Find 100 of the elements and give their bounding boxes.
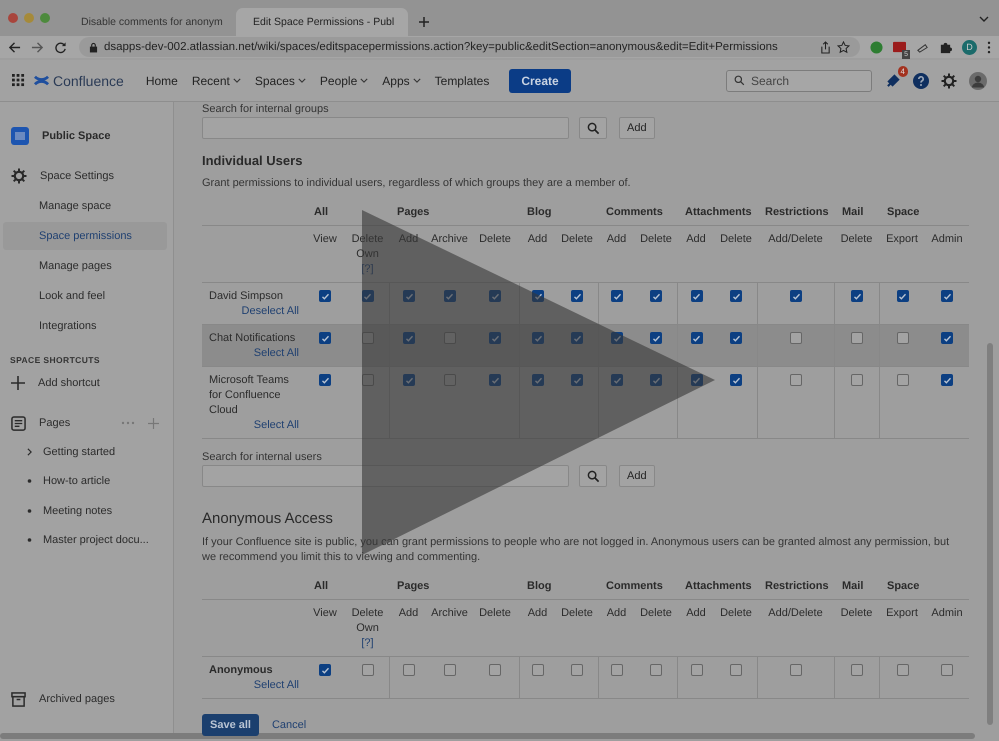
confluence-logo-icon[interactable]: [34, 73, 49, 88]
checkbox[interactable]: [571, 374, 583, 386]
new-tab-icon[interactable]: [418, 16, 430, 28]
nav-menu-item[interactable]: Home: [146, 74, 178, 88]
checkbox[interactable]: [403, 332, 415, 344]
select-all-link[interactable]: Select All: [254, 347, 299, 359]
checkbox[interactable]: [941, 664, 953, 676]
select-all-link[interactable]: Select All: [254, 419, 299, 431]
search-field[interactable]: Search: [726, 70, 872, 92]
input-field[interactable]: [202, 465, 569, 487]
checkbox[interactable]: [489, 332, 501, 344]
checkbox[interactable]: [403, 290, 415, 302]
checkbox[interactable]: [611, 664, 623, 676]
help-icon[interactable]: [913, 72, 929, 88]
select-all-link[interactable]: Select All: [254, 679, 299, 691]
checkbox[interactable]: [896, 374, 908, 386]
checkbox[interactable]: [896, 332, 908, 344]
checkbox[interactable]: [319, 332, 331, 344]
chevron-down-icon[interactable]: [979, 16, 989, 22]
sidebar-item[interactable]: Add shortcut: [38, 377, 100, 389]
checkbox[interactable]: [790, 332, 802, 344]
cancel-link[interactable]: Cancel: [272, 719, 306, 731]
nav-menu-item[interactable]: People: [320, 74, 368, 88]
nav-menu-item[interactable]: Recent: [192, 74, 241, 88]
chevron-right-icon[interactable]: [27, 448, 32, 456]
checkbox[interactable]: [403, 664, 415, 676]
reload-icon[interactable]: [54, 40, 67, 54]
checkbox[interactable]: [319, 374, 331, 386]
checkbox[interactable]: [571, 664, 583, 676]
profile-avatar[interactable]: D: [962, 40, 977, 54]
checkbox[interactable]: [690, 290, 702, 302]
checkbox[interactable]: [319, 290, 331, 302]
checkbox[interactable]: [362, 374, 374, 386]
checkbox[interactable]: [532, 332, 544, 344]
scrollbar-thumb[interactable]: [987, 343, 993, 725]
extension-icon[interactable]: [893, 40, 906, 54]
page-tree-item[interactable]: How-to article: [43, 475, 110, 488]
checkbox[interactable]: [650, 290, 662, 302]
checkbox[interactable]: [790, 664, 802, 676]
input-field[interactable]: [202, 117, 569, 139]
app-grid-icon[interactable]: [12, 74, 25, 87]
checkbox[interactable]: [532, 664, 544, 676]
checkbox[interactable]: [319, 664, 331, 676]
checkbox[interactable]: [650, 374, 662, 386]
share-icon[interactable]: [820, 40, 831, 54]
checkbox[interactable]: [941, 290, 953, 302]
checkbox[interactable]: [403, 374, 415, 386]
browser-tab[interactable]: Disable comments for anonym: [64, 8, 236, 36]
sidebar-item[interactable]: Space Settings: [40, 170, 114, 182]
puzzle-icon[interactable]: [939, 40, 952, 54]
checkbox[interactable]: [690, 332, 702, 344]
checkbox[interactable]: [650, 332, 662, 344]
nav-menu-item[interactable]: Templates: [434, 74, 490, 88]
checkbox[interactable]: [532, 374, 544, 386]
sidebar-item[interactable]: Manage pages: [3, 252, 167, 280]
sidebar-item[interactable]: Manage space: [3, 192, 167, 220]
browser-tab[interactable]: Edit Space Permissions - Publ: [236, 8, 408, 36]
checkbox[interactable]: [611, 332, 623, 344]
select-all-link[interactable]: Deselect All: [242, 305, 299, 317]
checkbox[interactable]: [611, 374, 623, 386]
search-button[interactable]: [579, 465, 607, 487]
search-input[interactable]: Search: [751, 74, 851, 88]
checkbox[interactable]: [730, 374, 742, 386]
checkbox[interactable]: [444, 374, 456, 386]
checkbox[interactable]: [362, 290, 374, 302]
help-link[interactable]: [?]: [361, 637, 374, 649]
settings-icon[interactable]: [941, 72, 957, 88]
space-name[interactable]: Public Space: [42, 130, 110, 142]
checkbox[interactable]: [851, 374, 863, 386]
checkbox[interactable]: [571, 290, 583, 302]
sidebar-item[interactable]: Space permissions: [3, 222, 167, 250]
checkbox[interactable]: [851, 332, 863, 344]
forward-icon[interactable]: [31, 40, 44, 54]
close-window-icon[interactable]: [8, 13, 18, 23]
nav-menu-item[interactable]: Apps: [382, 74, 421, 88]
checkbox[interactable]: [941, 332, 953, 344]
notification-icon[interactable]: [886, 73, 901, 88]
checkbox[interactable]: [851, 290, 863, 302]
checkbox[interactable]: [611, 290, 623, 302]
user-avatar[interactable]: [969, 72, 987, 90]
sidebar-item[interactable]: Look and feel: [3, 282, 167, 310]
sidebar-item[interactable]: Integrations: [3, 312, 167, 340]
checkbox[interactable]: [489, 664, 501, 676]
sidebar-item[interactable]: Pages: [39, 417, 70, 429]
product-name[interactable]: Confluence: [53, 72, 124, 88]
checkbox[interactable]: [362, 332, 374, 344]
more-icon[interactable]: [987, 40, 991, 54]
nav-menu-item[interactable]: Spaces: [254, 74, 306, 88]
address-bar[interactable]: dsapps-dev-002.atlassian.net/wiki/spaces/editspacepermissions.action?key=public&editSection=anonymous&edit=Edit+Permissions: [79, 37, 860, 57]
checkbox[interactable]: [489, 374, 501, 386]
checkbox[interactable]: [489, 290, 501, 302]
checkbox[interactable]: [790, 374, 802, 386]
save-button[interactable]: Save all: [202, 714, 259, 736]
checkbox[interactable]: [896, 664, 908, 676]
checkbox[interactable]: [444, 290, 456, 302]
checkbox[interactable]: [532, 290, 544, 302]
checkbox[interactable]: [444, 664, 456, 676]
checkbox[interactable]: [730, 332, 742, 344]
page-tree-item[interactable]: Getting started: [43, 446, 116, 458]
search-button[interactable]: [579, 117, 607, 139]
